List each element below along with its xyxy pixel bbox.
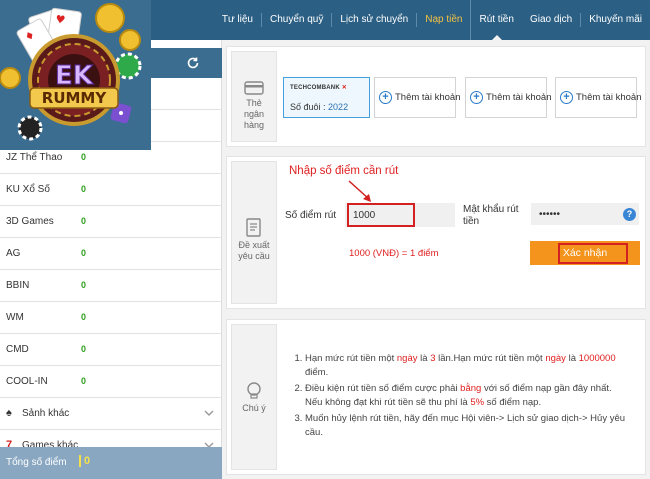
password-label: Mật khẩu rút tiền xyxy=(463,204,519,227)
annotation-text: Nhập số điểm cần rút xyxy=(289,165,399,177)
add-account-label: Thêm tài khoản xyxy=(486,92,552,103)
list-item: 3D Games 0 xyxy=(0,206,222,238)
game-label: BBIN xyxy=(6,280,30,291)
bank-panel-side: Thẻ ngân hàng xyxy=(231,51,277,142)
logo-mark: EK xyxy=(55,61,94,91)
nav-menu: Tư liệu Chuyển quỹ Lịch sử chuyển Nạp ti… xyxy=(214,0,650,40)
annotation-arrow-icon xyxy=(348,180,371,202)
plus-icon: + xyxy=(379,91,392,104)
list-item: BBIN 0 xyxy=(0,270,222,302)
game-label: KU Xổ Số xyxy=(6,184,50,195)
list-item: WM 0 xyxy=(0,302,222,334)
bank-panel: Thẻ ngân hàng TECHCOMBANK ✕ Số đuôi : 20… xyxy=(226,46,646,147)
game-value: 0 xyxy=(81,216,87,226)
points-label: Số điểm rút xyxy=(285,210,337,221)
spade-icon: ♠ xyxy=(6,407,12,419)
nav-rut-tien[interactable]: Rút tiền xyxy=(470,0,521,40)
note-item: Điều kiện rút tiền số điểm cược phải bằn… xyxy=(305,382,629,410)
plus-icon: + xyxy=(470,91,483,104)
withdraw-panel-label: Đề xuất yêu cầu xyxy=(238,240,270,261)
add-account-label: Thêm tài khoản xyxy=(395,92,461,103)
game-label: CMD xyxy=(6,344,29,355)
notes-list: Hạn mức rút tiền một ngày là 3 lần.Hạn m… xyxy=(289,352,629,442)
game-value: 0 xyxy=(81,248,87,258)
withdraw-panel: Đề xuất yêu cầu Nhập số điểm cần rút Số … xyxy=(226,156,646,309)
svg-text:♥: ♥ xyxy=(55,13,67,27)
notes-panel-side: Chú ý xyxy=(231,324,277,470)
credit-card-icon xyxy=(244,80,264,96)
game-label: 3D Games xyxy=(6,216,54,227)
list-item: CMD 0 xyxy=(0,334,222,366)
withdraw-panel-side: Đề xuất yêu cầu xyxy=(231,161,277,304)
nav-khuyen-mai[interactable]: Khuyến mãi xyxy=(580,13,650,27)
list-item: KU Xổ Số 0 xyxy=(0,174,222,206)
add-account-button[interactable]: + Thêm tài khoản xyxy=(374,77,460,118)
nav-tu-lieu[interactable]: Tư liệu xyxy=(214,13,261,27)
list-item: AG 0 xyxy=(0,238,222,270)
note-item: Muốn hủy lệnh rút tiền, hãy đến mục Hội … xyxy=(305,412,629,440)
game-value: 0 xyxy=(81,152,87,162)
add-account-label: Thêm tài khoản xyxy=(576,92,642,103)
chevron-down-icon xyxy=(204,408,214,418)
bank-panel-label: Thẻ ngân hàng xyxy=(243,98,265,130)
form-icon xyxy=(244,218,264,237)
game-value: 0 xyxy=(81,344,87,354)
total-label: Tổng số điểm xyxy=(6,457,67,468)
total-value: 0 xyxy=(79,455,90,467)
note-item: Hạn mức rút tiền một ngày là 3 lần.Hạn m… xyxy=(305,352,629,380)
add-account-button[interactable]: + Thêm tài khoản xyxy=(555,77,641,118)
help-icon[interactable]: ? xyxy=(623,208,636,221)
game-label: JZ Thể Thao xyxy=(6,152,63,163)
game-label: AG xyxy=(6,248,21,259)
refresh-icon[interactable] xyxy=(186,56,200,70)
logo-text: RUMMY xyxy=(42,89,108,107)
list-item: COOL-IN 0 xyxy=(0,366,222,398)
nav-lich-su-chuyen[interactable]: Lịch sử chuyển xyxy=(331,13,416,27)
game-label: WM xyxy=(6,312,24,323)
nav-chuyen-quy[interactable]: Chuyển quỹ xyxy=(261,13,331,27)
game-value: 0 xyxy=(81,312,87,322)
bank-account-suffix: Số đuôi : 2022 xyxy=(290,102,349,112)
game-value: 0 xyxy=(81,280,87,290)
techcombank-logo: TECHCOMBANK ✕ xyxy=(290,85,347,91)
rummy-logo: ♠ ♥ ♦ EK RUMMY xyxy=(0,0,151,150)
rummy-logo-graphic: ♠ ♥ ♦ EK RUMMY xyxy=(0,0,151,150)
points-input[interactable] xyxy=(345,203,455,227)
sidebar-group-sanh-khac[interactable]: ♠ Sảnh khác xyxy=(0,398,222,430)
game-value: 0 xyxy=(81,376,87,386)
lightbulb-icon xyxy=(244,381,264,399)
bank-card-techcombank[interactable]: TECHCOMBANK ✕ Số đuôi : 2022 xyxy=(283,77,370,118)
confirm-button[interactable]: Xác nhận xyxy=(530,241,640,265)
nav-giao-dich[interactable]: Giao dịch xyxy=(522,13,580,27)
total-points: Tổng số điểm 0 xyxy=(0,447,222,479)
notes-panel: Chú ý Hạn mức rút tiền một ngày là 3 lần… xyxy=(226,319,646,475)
game-label: COOL-IN xyxy=(6,376,48,387)
plus-icon: + xyxy=(560,91,573,104)
add-account-button[interactable]: + Thêm tài khoản xyxy=(465,77,551,118)
game-value: 0 xyxy=(81,184,87,194)
nav-nap-tien[interactable]: Nạp tiền xyxy=(416,13,470,27)
group-label: Sảnh khác xyxy=(22,408,70,419)
exchange-rate-text: 1000 (VNĐ) = 1 điểm xyxy=(349,248,439,259)
